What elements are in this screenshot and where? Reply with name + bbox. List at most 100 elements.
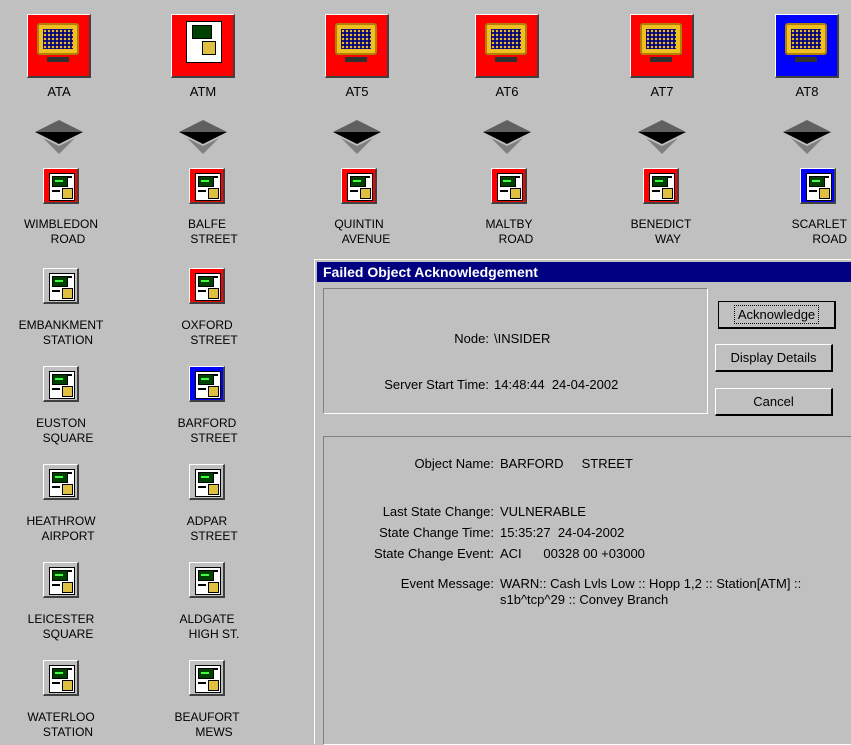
branch-atm-icon[interactable] xyxy=(43,168,79,204)
atm-body xyxy=(49,273,75,301)
atm-screen xyxy=(500,176,516,187)
branch-label: SCARLET ROAD xyxy=(791,217,847,246)
atm-keypad xyxy=(62,386,73,397)
atm-keypad xyxy=(819,188,830,199)
dialog-title[interactable]: Failed Object Acknowledgement xyxy=(317,262,851,282)
col2-node-atm-icon[interactable] xyxy=(189,660,225,696)
monitor-screen xyxy=(646,29,676,49)
atm-card-slot xyxy=(198,584,206,586)
state-time-label: State Change Time: xyxy=(379,525,494,540)
atm-card-slot xyxy=(52,190,60,192)
display-details-button[interactable]: Display Details xyxy=(715,344,833,372)
col1-node-atm-icon[interactable] xyxy=(43,562,79,598)
atm-slot xyxy=(825,176,829,178)
object-name-label: Object Name: xyxy=(414,456,494,471)
station-icon-atm[interactable] xyxy=(171,14,235,78)
down-arrow-icon xyxy=(636,118,688,156)
atm-body xyxy=(49,567,75,595)
server-start-label: Server Start Time: xyxy=(384,377,489,392)
atm-card-slot xyxy=(198,388,206,390)
station-icon-at8[interactable] xyxy=(775,14,839,78)
atm-screen xyxy=(198,668,214,679)
col2-node-atm-icon[interactable] xyxy=(189,366,225,402)
col1-node-label: LEICESTER SQUARE xyxy=(27,612,95,641)
atm-slot xyxy=(366,176,370,178)
event-message-label: Event Message: xyxy=(400,576,494,591)
cancel-button[interactable]: Cancel xyxy=(715,388,833,416)
atm-slot xyxy=(214,668,218,670)
atm-body xyxy=(649,173,675,201)
station-icon-at5[interactable] xyxy=(325,14,389,78)
atm-slot xyxy=(68,668,72,670)
atm-body xyxy=(497,173,523,201)
col1-node-atm-icon[interactable] xyxy=(43,366,79,402)
col1-node-label: EMBANKMENT STATION xyxy=(18,318,104,347)
col1-node-atm-icon[interactable] xyxy=(43,268,79,304)
col2-node-atm-icon[interactable] xyxy=(189,268,225,304)
atm-keypad xyxy=(62,188,73,199)
monitor-screen xyxy=(491,29,521,49)
branch-atm-icon[interactable] xyxy=(643,168,679,204)
station-icon-at6[interactable] xyxy=(475,14,539,78)
atm-screen xyxy=(52,570,68,581)
atm-card-slot xyxy=(198,290,206,292)
atm-keypad xyxy=(202,41,216,55)
atm-screen xyxy=(52,472,68,483)
monitor-base xyxy=(795,57,817,62)
col2-node-atm-icon[interactable] xyxy=(189,464,225,500)
last-state-value: VULNERABLE xyxy=(500,504,586,519)
atm-card-slot xyxy=(52,290,60,292)
atm-card-slot xyxy=(809,190,817,192)
station-icon-at7[interactable] xyxy=(630,14,694,78)
acknowledge-button[interactable]: Acknowledge xyxy=(718,301,836,329)
monitor-screen xyxy=(791,29,821,49)
atm-slot xyxy=(668,176,672,178)
atm-screen xyxy=(198,472,214,483)
node-value: \INSIDER xyxy=(494,331,551,346)
atm-screen xyxy=(198,176,214,187)
station-label: AT6 xyxy=(495,84,519,99)
col1-node-label: EUSTON SQUARE xyxy=(36,416,94,445)
object-details-group: Object Name: BARFORD STREET Last State C… xyxy=(323,436,851,745)
atm-keypad xyxy=(208,188,219,199)
branch-atm-icon[interactable] xyxy=(800,168,836,204)
branch-atm-icon[interactable] xyxy=(189,168,225,204)
atm-slot xyxy=(214,570,218,572)
monitor-base xyxy=(495,57,517,62)
col1-node-atm-icon[interactable] xyxy=(43,464,79,500)
atm-keypad xyxy=(62,582,73,593)
atm-keypad xyxy=(208,484,219,495)
atm-keypad xyxy=(208,288,219,299)
atm-keypad xyxy=(208,582,219,593)
col2-node-label: BEAUFORT MEWS xyxy=(174,710,240,739)
atm-screen xyxy=(198,570,214,581)
atm-screen xyxy=(198,276,214,287)
monitor-screen xyxy=(43,29,73,49)
monitor-frame xyxy=(485,23,527,55)
state-time-value: 15:35:27 24-04-2002 xyxy=(500,525,625,540)
atm-slot xyxy=(214,176,218,178)
station-label: AT7 xyxy=(650,84,674,99)
atm-body xyxy=(195,469,221,497)
monitor-frame xyxy=(335,23,377,55)
atm-card-slot xyxy=(350,190,358,192)
monitor-screen xyxy=(341,29,371,49)
atm-card-slot xyxy=(652,190,660,192)
col1-node-label: HEATHROW AIRPORT xyxy=(26,514,96,543)
atm-body xyxy=(195,665,221,693)
atm-body xyxy=(49,665,75,693)
branch-atm-icon[interactable] xyxy=(341,168,377,204)
atm-slot xyxy=(214,472,218,474)
atm-keypad xyxy=(360,188,371,199)
monitor-base xyxy=(47,57,69,62)
col1-node-atm-icon[interactable] xyxy=(43,660,79,696)
col2-node-atm-icon[interactable] xyxy=(189,562,225,598)
station-icon-ata[interactable] xyxy=(27,14,91,78)
atm-screen xyxy=(52,276,68,287)
state-event-label: State Change Event: xyxy=(374,546,494,561)
atm-card-slot xyxy=(52,388,60,390)
atm-keypad xyxy=(208,680,219,691)
station-label: ATA xyxy=(47,84,71,99)
failed-object-dialog: Failed Object Acknowledgement Node: \INS… xyxy=(314,259,851,745)
branch-atm-icon[interactable] xyxy=(491,168,527,204)
